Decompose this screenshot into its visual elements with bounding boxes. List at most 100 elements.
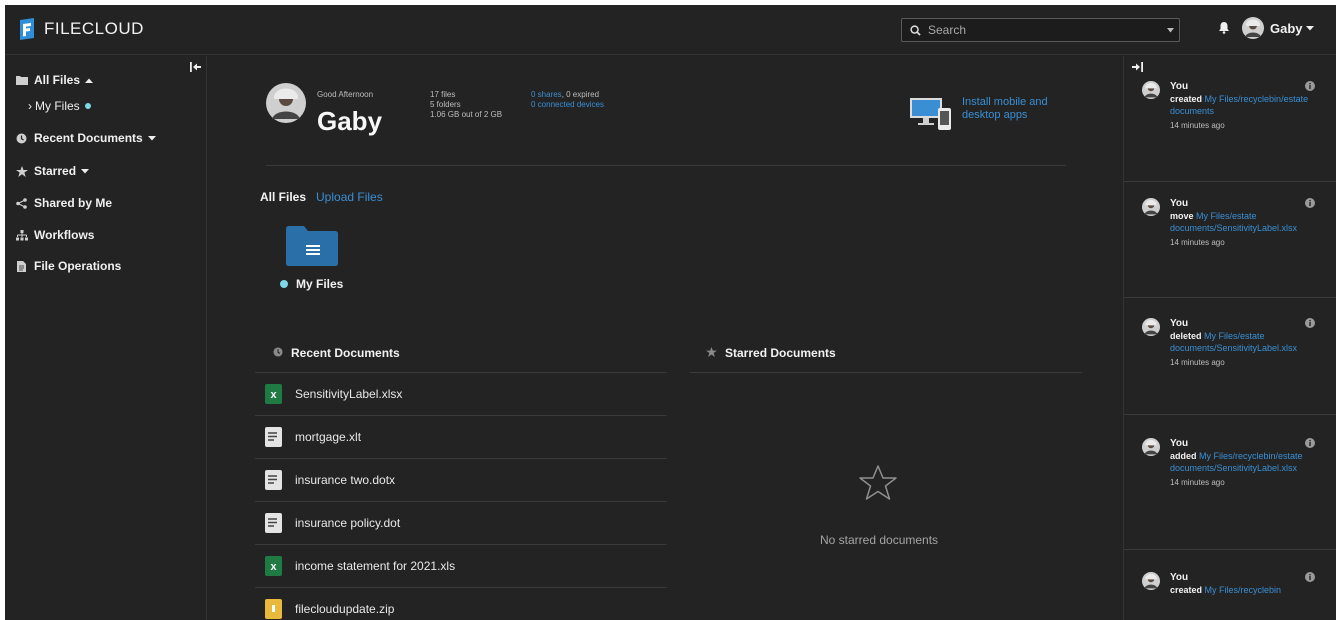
collapse-sidebar-icon[interactable] bbox=[190, 61, 201, 75]
collapse-activity-icon[interactable] bbox=[1132, 61, 1143, 75]
folder-label: My Files bbox=[296, 277, 344, 291]
activity-path-link[interactable]: My Files/recyclebin bbox=[1205, 585, 1282, 595]
chevron-down-icon bbox=[1305, 25, 1314, 30]
share-stats: 0 shares, 0 expired 0 connected devices bbox=[531, 90, 604, 110]
document-file-icon bbox=[265, 470, 282, 490]
search-icon bbox=[902, 24, 928, 36]
search-box[interactable] bbox=[901, 18, 1180, 42]
list-item[interactable]: insurance two.dotx bbox=[255, 459, 667, 502]
chevron-right-icon: › bbox=[28, 99, 32, 113]
activity-time: 14 minutes ago bbox=[1170, 238, 1225, 247]
sidebar-item-label: Starred bbox=[34, 164, 77, 178]
status-dot bbox=[280, 280, 288, 288]
sidebar-item-all-files[interactable]: All Files bbox=[15, 73, 94, 87]
activity-action: created bbox=[1170, 585, 1203, 595]
activity-time: 14 minutes ago bbox=[1170, 121, 1225, 130]
sidebar-item-workflows[interactable]: Workflows bbox=[15, 228, 94, 242]
info-icon[interactable] bbox=[1305, 438, 1315, 448]
document-file-icon bbox=[265, 427, 282, 447]
status-dot bbox=[84, 103, 91, 109]
sidebar-item-shared-by-me[interactable]: Shared by Me bbox=[15, 196, 112, 210]
user-name: Gaby bbox=[1270, 20, 1303, 36]
account-stats: 17 files 5 folders 1.06 GB out of 2 GB bbox=[430, 90, 502, 120]
divider bbox=[1124, 297, 1336, 298]
sidebar-item-file-operations[interactable]: File Operations bbox=[15, 259, 121, 273]
storage-usage: 1.06 GB out of 2 GB bbox=[430, 110, 503, 119]
activity-body: You created My Files/recyclebin bbox=[1170, 572, 1310, 599]
sidebar-item-my-files[interactable]: › My Files bbox=[28, 99, 91, 113]
sidebar-item-starred[interactable]: Starred bbox=[15, 164, 90, 178]
folder-my-files[interactable]: My Files bbox=[280, 277, 343, 291]
divider bbox=[1124, 414, 1336, 415]
info-icon[interactable] bbox=[1305, 81, 1315, 91]
folder-icon[interactable] bbox=[286, 226, 338, 266]
file-name: mortgage.xlt bbox=[295, 430, 362, 444]
dashboard-main: Good Afternoon Gaby 17 files 5 folders 1… bbox=[208, 56, 1123, 620]
zip-file-icon bbox=[265, 599, 282, 619]
list-item[interactable]: x SensitivityLabel.xlsx bbox=[255, 373, 667, 416]
shares-link[interactable]: 0 shares bbox=[531, 90, 562, 99]
activity-user: You bbox=[1170, 318, 1189, 329]
install-apps[interactable]: Install mobile and desktop apps bbox=[910, 96, 1062, 130]
bell-icon[interactable] bbox=[1218, 21, 1230, 37]
divider bbox=[1124, 549, 1336, 550]
list-item[interactable]: x income statement for 2021.xls bbox=[255, 545, 667, 588]
list-item[interactable]: insurance policy.dot bbox=[255, 502, 667, 545]
install-apps-link[interactable]: Install mobile and desktop apps bbox=[962, 96, 1062, 130]
activity-user: You bbox=[1170, 81, 1189, 92]
divider bbox=[690, 372, 1082, 373]
list-item[interactable]: mortgage.xlt bbox=[255, 416, 667, 459]
empty-state-text: No starred documents bbox=[820, 533, 939, 547]
folders-count: 5 folders bbox=[430, 100, 461, 109]
list-item[interactable]: filecloudupdate.zip bbox=[255, 588, 667, 620]
activity-action: created bbox=[1170, 94, 1203, 104]
user-menu[interactable]: Gaby bbox=[1242, 17, 1314, 39]
activity-user: You bbox=[1170, 572, 1189, 583]
activity-time: 14 minutes ago bbox=[1170, 478, 1225, 487]
info-icon[interactable] bbox=[1305, 198, 1315, 208]
document-file-icon bbox=[265, 513, 282, 533]
file-tabs: All Files Upload Files bbox=[260, 190, 383, 204]
activity-body: You move My Files/estate documents/Sensi… bbox=[1170, 198, 1310, 249]
recent-documents-list: x SensitivityLabel.xlsx mortgage.xlt ins… bbox=[255, 373, 667, 620]
sidebar: All Files › My Files Recent Documents St… bbox=[5, 56, 207, 620]
activity-action: deleted bbox=[1170, 331, 1202, 341]
sidebar-item-label: All Files bbox=[34, 73, 81, 87]
activity-user: You bbox=[1170, 438, 1189, 449]
activity-body: You deleted My Files/estate documents/Se… bbox=[1170, 318, 1310, 369]
sidebar-item-label: Recent Documents bbox=[34, 131, 143, 145]
connected-devices-link[interactable]: 0 connected devices bbox=[531, 100, 604, 110]
avatar bbox=[1142, 572, 1160, 590]
filecloud-logo-icon bbox=[20, 18, 34, 40]
svg-text:x: x bbox=[270, 389, 277, 401]
divider bbox=[266, 165, 1066, 166]
starred-documents-title: Starred Documents bbox=[706, 346, 836, 360]
user-greeting-name: Gaby bbox=[317, 106, 383, 136]
tab-upload-files[interactable]: Upload Files bbox=[316, 190, 383, 204]
sidebar-item-label: File Operations bbox=[34, 259, 122, 273]
activity-action: move bbox=[1170, 211, 1194, 221]
sidebar-item-label: Workflows bbox=[34, 228, 95, 242]
tab-all-files[interactable]: All Files bbox=[260, 190, 306, 204]
sidebar-item-recent-documents[interactable]: Recent Documents bbox=[15, 131, 156, 145]
star-outline-icon bbox=[859, 465, 897, 500]
avatar bbox=[1142, 198, 1160, 216]
file-icon bbox=[15, 260, 28, 272]
info-icon[interactable] bbox=[1305, 318, 1315, 328]
search-input[interactable] bbox=[928, 23, 1161, 37]
sidebar-item-label: Shared by Me bbox=[34, 196, 113, 210]
brand-logo[interactable]: FILECLOUD bbox=[18, 18, 144, 40]
avatar bbox=[266, 83, 306, 123]
avatar bbox=[1142, 81, 1160, 99]
activity-body: You added My Files/recyclebin/estate doc… bbox=[1170, 438, 1310, 489]
chevron-down-icon bbox=[81, 168, 90, 173]
chevron-down-icon bbox=[147, 135, 156, 140]
recent-documents-title: Recent Documents bbox=[273, 346, 400, 360]
star-icon bbox=[15, 165, 28, 177]
activity-user: You bbox=[1170, 198, 1189, 209]
files-count: 17 files bbox=[430, 90, 456, 99]
chevron-down-icon[interactable] bbox=[1161, 27, 1179, 33]
excel-file-icon: x bbox=[265, 556, 282, 576]
info-icon[interactable] bbox=[1305, 572, 1315, 582]
top-bar: FILECLOUD Gaby bbox=[5, 5, 1336, 55]
